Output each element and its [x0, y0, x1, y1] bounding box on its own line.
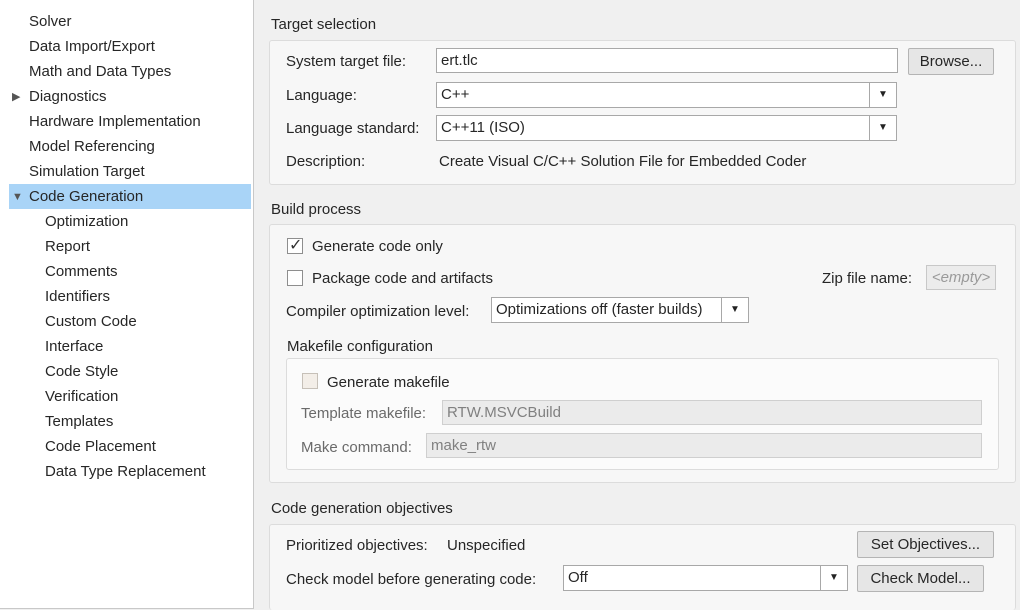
sidebar-item-label: Diagnostics [29, 88, 107, 105]
chevron-down-icon[interactable]: ▼ [721, 298, 748, 322]
package-code-checkbox[interactable] [287, 270, 303, 286]
sidebar-item-model-referencing[interactable]: Model Referencing [29, 135, 155, 159]
sidebar-item-label: Identifiers [45, 288, 111, 305]
sidebar-item-data-import-export[interactable]: Data Import/Export [29, 35, 155, 59]
compiler-optimization-value: Optimizations off (faster builds) [496, 301, 703, 318]
sidebar-item-label: Simulation Target [29, 163, 145, 180]
make-command-label: Make command: [301, 439, 412, 456]
make-command-field[interactable]: make_rtw [426, 433, 982, 458]
sidebar-item-label: Verification [45, 388, 119, 405]
set-objectives-button[interactable]: Set Objectives... [857, 531, 994, 558]
chevron-down-icon[interactable]: ▼ [820, 566, 847, 590]
prioritized-objectives-value: Unspecified [447, 537, 526, 554]
sidebar-item-custom-code[interactable]: Custom Code [45, 310, 137, 334]
generate-makefile-checkbox[interactable] [302, 373, 318, 389]
generate-code-only-checkbox[interactable]: ✓ [287, 237, 303, 254]
sidebar-item-label: Hardware Implementation [29, 113, 201, 130]
makefile-configuration-title: Makefile configuration [287, 338, 433, 355]
system-target-label: System target file: [286, 53, 407, 70]
generate-makefile-label[interactable]: Generate makefile [327, 374, 450, 391]
section-title-target-selection: Target selection [271, 16, 377, 33]
sidebar-item-label: Templates [45, 413, 114, 430]
prioritized-objectives-label: Prioritized objectives: [286, 537, 428, 554]
sidebar-item-solver[interactable]: Solver [29, 10, 72, 34]
sidebar-item-interface[interactable]: Interface [45, 335, 103, 359]
sidebar-item-code-generation[interactable]: ▼ Code Generation [12, 185, 144, 209]
checkmark-icon: ✓ [289, 237, 303, 254]
sidebar-item-diagnostics[interactable]: ▶ Diagnostics [12, 85, 107, 109]
template-makefile-field[interactable]: RTW.MSVCBuild [442, 400, 982, 425]
system-target-field[interactable]: ert.tlc [436, 48, 898, 73]
language-standard-dropdown[interactable]: C++11 (ISO) ▼ [436, 115, 897, 141]
browse-button[interactable]: Browse... [908, 48, 994, 75]
sidebar-item-math-and-data-types[interactable]: Math and Data Types [29, 60, 171, 84]
sidebar-item-label: Model Referencing [29, 138, 155, 155]
template-makefile-label: Template makefile: [301, 405, 427, 422]
check-model-dropdown[interactable]: Off ▼ [563, 565, 848, 591]
zip-file-name-label: Zip file name: [822, 270, 913, 287]
sidebar-item-label: Code Placement [45, 438, 156, 455]
sidebar-item-label: Custom Code [45, 313, 137, 330]
description-label: Description: [286, 153, 366, 170]
chevron-down-icon[interactable]: ▼ [869, 116, 896, 140]
sidebar-item-label: Math and Data Types [29, 63, 172, 80]
sidebar-item-label: Optimization [45, 213, 129, 230]
language-label: Language: [286, 87, 357, 104]
sidebar-item-identifiers[interactable]: Identifiers [45, 285, 110, 309]
sidebar-item-templates[interactable]: Templates [45, 410, 113, 434]
sidebar-item-label: Solver [29, 13, 72, 30]
sidebar-item-verification[interactable]: Verification [45, 385, 118, 409]
sidebar-item-label: Report [45, 238, 91, 255]
description-value: Create Visual C/C++ Solution File for Em… [439, 153, 807, 170]
compiler-optimization-dropdown[interactable]: Optimizations off (faster builds) ▼ [491, 297, 749, 323]
sidebar-item-label: Comments [45, 263, 118, 280]
config-tree: Solver Data Import/Export Math and Data Ty… [0, 0, 254, 609]
check-model-button[interactable]: Check Model... [857, 565, 984, 592]
language-value: C++ [441, 86, 470, 103]
language-standard-value: C++11 (ISO) [441, 119, 525, 136]
sidebar-item-label: Code Style [45, 363, 119, 380]
sidebar-item-label: Data Type Replacement [45, 463, 206, 480]
sidebar-item-label: Data Import/Export [29, 38, 155, 55]
sidebar-item-optimization[interactable]: Optimization [45, 210, 128, 234]
sidebar-item-simulation-target[interactable]: Simulation Target [29, 160, 145, 184]
language-dropdown[interactable]: C++ ▼ [436, 82, 897, 108]
chevron-down-icon[interactable]: ▼ [869, 83, 896, 107]
sidebar-item-hardware-implementation[interactable]: Hardware Implementation [29, 110, 201, 134]
sidebar-item-report[interactable]: Report [45, 235, 90, 259]
language-standard-label: Language standard: [286, 120, 420, 137]
chevron-down-icon[interactable]: ▼ [12, 185, 23, 209]
sidebar-item-comments[interactable]: Comments [45, 260, 118, 284]
zip-file-name-field[interactable]: <empty> [926, 265, 996, 290]
generate-code-only-label[interactable]: Generate code only [312, 238, 443, 255]
sidebar-item-code-style[interactable]: Code Style [45, 360, 118, 384]
sidebar-item-data-type-replacement[interactable]: Data Type Replacement [45, 460, 206, 484]
check-model-value: Off [568, 569, 588, 586]
section-title-build-process: Build process [271, 201, 362, 218]
sidebar-item-label: Interface [45, 338, 104, 355]
section-title-code-generation-objectives: Code generation objectives [271, 500, 453, 517]
sidebar-item-label: Code Generation [29, 188, 144, 205]
sidebar-item-code-placement[interactable]: Code Placement [45, 435, 156, 459]
compiler-optimization-label: Compiler optimization level: [286, 303, 470, 320]
chevron-right-icon[interactable]: ▶ [12, 85, 20, 109]
package-code-label[interactable]: Package code and artifacts [312, 270, 493, 287]
check-model-label: Check model before generating code: [286, 571, 537, 588]
